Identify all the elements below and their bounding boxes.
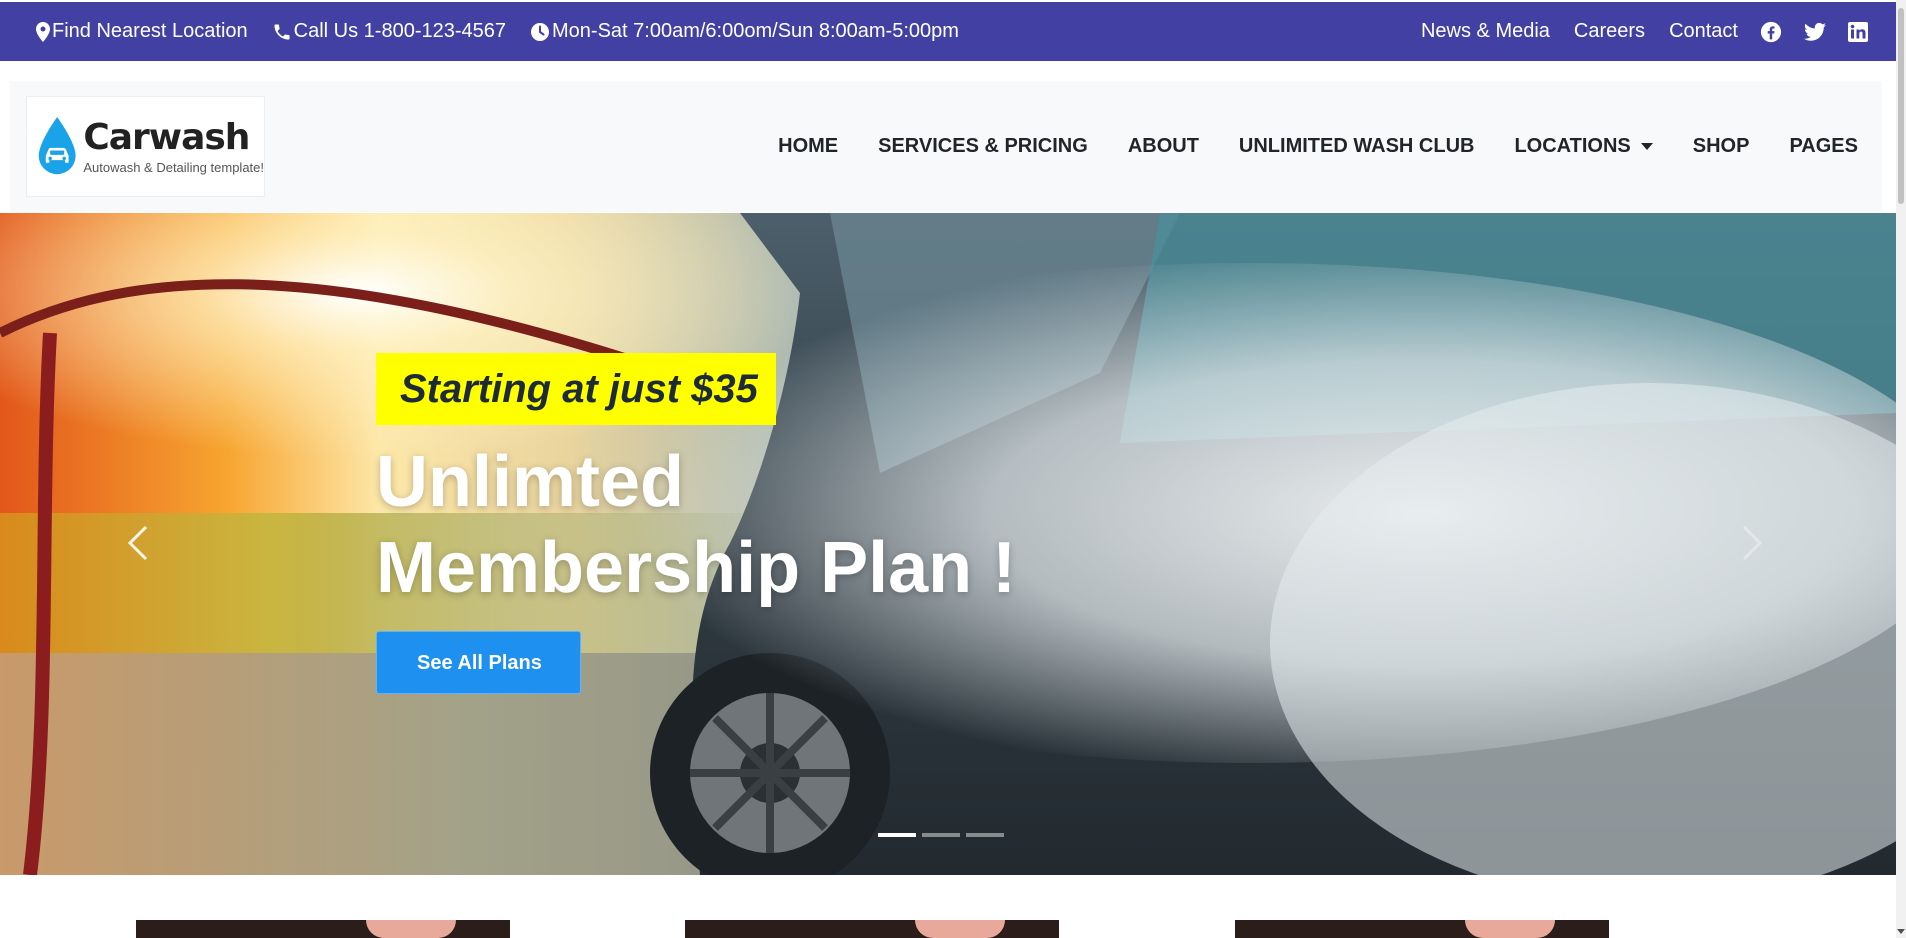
hours-text: Mon-Sat 7:00am/6:00om/Sun 8:00am-5:00pm: [552, 20, 959, 42]
contact-link[interactable]: Contact: [1669, 20, 1738, 43]
chevron-left-icon: [127, 525, 148, 561]
phone-icon: [274, 24, 290, 39]
service-card-image[interactable]: [1235, 920, 1609, 938]
caret-down-icon: [1640, 143, 1653, 150]
phone-text: Call Us 1-800-123-4567: [293, 20, 507, 42]
carousel-indicator-3[interactable]: [966, 833, 1004, 837]
carousel-next-button[interactable]: [1740, 523, 1764, 568]
topbar-links-group: News & Media Careers Contact: [1397, 20, 1868, 43]
top-info-bar: Find Nearest Location Call Us 1-800-123-…: [0, 2, 1896, 61]
scroll-down-arrow-icon[interactable]: [1897, 929, 1905, 934]
service-card-image[interactable]: [136, 920, 510, 938]
find-location-link[interactable]: Find Nearest Location: [36, 20, 248, 43]
topbar-info-group: Find Nearest Location Call Us 1-800-123-…: [36, 20, 983, 43]
map-pin-icon: [36, 21, 50, 42]
carousel-indicators: [878, 833, 1010, 837]
hero-headline: Unlimted Membership Plan !: [376, 442, 1017, 608]
water-drop-car-icon: [38, 116, 76, 174]
scrollbar-thumb[interactable]: [1898, 8, 1904, 204]
chevron-right-icon: [1742, 525, 1763, 561]
main-navbar: Carwash Autowash & Detailing template! H…: [10, 81, 1882, 212]
brand-name: Carwash: [83, 117, 250, 158]
twitter-icon[interactable]: [1804, 22, 1826, 42]
price-badge: Starting at just $35: [376, 353, 776, 425]
nav-pages[interactable]: PAGES: [1789, 135, 1858, 158]
nav-about[interactable]: ABOUT: [1128, 135, 1199, 158]
page-scrollbar[interactable]: [1896, 0, 1906, 938]
nav-unlimited-wash-club[interactable]: UNLIMITED WASH CLUB: [1239, 135, 1475, 158]
nav-shop[interactable]: SHOP: [1693, 135, 1750, 158]
news-media-link[interactable]: News & Media: [1421, 20, 1550, 43]
carousel-indicator-1[interactable]: [878, 833, 916, 837]
clock-icon: [531, 22, 550, 41]
careers-link[interactable]: Careers: [1574, 20, 1645, 43]
opening-hours: Mon-Sat 7:00am/6:00om/Sun 8:00am-5:00pm: [530, 20, 959, 43]
nav-locations-dropdown[interactable]: LOCATIONS: [1514, 135, 1653, 158]
header: Carwash Autowash & Detailing template! H…: [0, 61, 1896, 213]
carousel-indicator-2[interactable]: [922, 833, 960, 837]
phone-link[interactable]: Call Us 1-800-123-4567: [272, 20, 506, 43]
nav-services-pricing[interactable]: SERVICES & PRICING: [878, 135, 1088, 158]
facebook-icon[interactable]: [1760, 21, 1782, 43]
hero-caption: Starting at just $35 Unlimted Membership…: [376, 353, 1096, 694]
find-location-text: Find Nearest Location: [52, 20, 248, 42]
linkedin-icon[interactable]: [1848, 21, 1868, 42]
brand-text: Carwash Autowash & Detailing template!: [83, 117, 264, 176]
hero-carousel: Starting at just $35 Unlimted Membership…: [0, 213, 1896, 875]
nav-home[interactable]: HOME: [778, 135, 838, 158]
service-cards-row: [0, 920, 1896, 938]
service-card-image[interactable]: [685, 920, 1059, 938]
see-all-plans-button[interactable]: See All Plans: [376, 631, 581, 694]
nav-locations-label: LOCATIONS: [1514, 135, 1631, 157]
carousel-prev-button[interactable]: [126, 523, 150, 568]
main-menu: HOME SERVICES & PRICING ABOUT UNLIMITED …: [738, 135, 1858, 158]
brand-logo[interactable]: Carwash Autowash & Detailing template!: [26, 96, 265, 197]
brand-tagline: Autowash & Detailing template!: [83, 160, 264, 175]
